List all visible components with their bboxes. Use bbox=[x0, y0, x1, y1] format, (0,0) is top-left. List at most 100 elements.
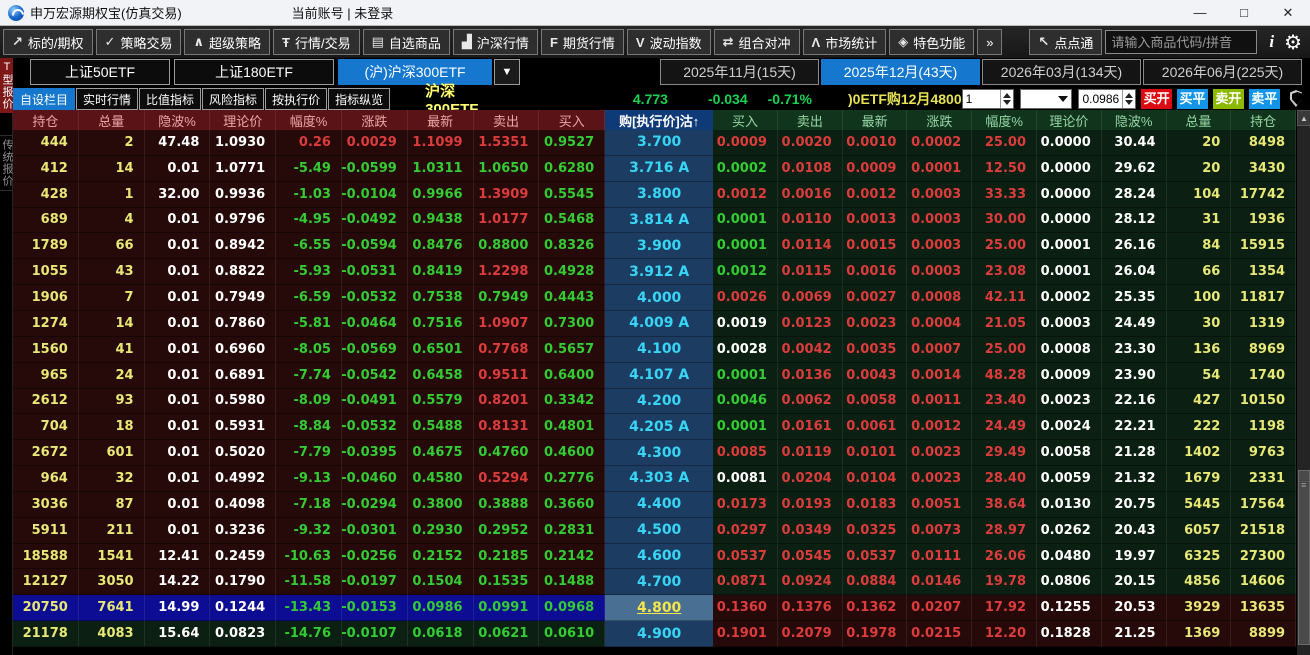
strike-cell[interactable]: 3.912 A bbox=[605, 259, 713, 285]
table-row[interactable]: 59112110.010.3236-9.32-0.03010.29300.295… bbox=[13, 518, 1296, 544]
toolbar-button-5[interactable]: ▤自选商品 bbox=[363, 29, 450, 55]
toolbar-button-2[interactable]: ✓策略交易 bbox=[96, 29, 182, 55]
expiry-tab-4[interactable]: 2026年06月(225天) bbox=[1143, 59, 1302, 85]
strike-cell[interactable]: 4.200 bbox=[605, 389, 713, 415]
table-row[interactable]: 964320.010.4992-9.13-0.04600.45800.52940… bbox=[13, 466, 1296, 492]
header-call-chg-pct[interactable]: 幅度% bbox=[276, 110, 342, 130]
table-row[interactable]: 1789660.010.8942-6.55-0.05940.84760.8800… bbox=[13, 233, 1296, 259]
gear-icon[interactable]: ⚙ bbox=[1284, 30, 1302, 55]
toolbar-button-12[interactable]: » bbox=[977, 29, 1002, 55]
table-row[interactable]: 412140.011.0771-5.49-0.05991.03111.06500… bbox=[13, 156, 1296, 182]
view-tab-4[interactable]: 风险指标 bbox=[202, 88, 264, 110]
header-call-iv[interactable]: 隐波% bbox=[145, 110, 211, 130]
toolbar-button-9[interactable]: ⇄组合对冲 bbox=[714, 29, 800, 55]
header-put-chg[interactable]: 涨跌 bbox=[907, 110, 972, 130]
table-row[interactable]: 20750764114.990.1244-13.43-0.01530.09860… bbox=[13, 595, 1296, 621]
buy-open-button[interactable]: 买开 bbox=[1141, 89, 1172, 109]
header-put-iv[interactable]: 隐波% bbox=[1102, 110, 1167, 130]
strike-cell[interactable]: 3.716 A bbox=[605, 156, 713, 182]
header-call-bid[interactable]: 买入 bbox=[539, 110, 605, 130]
strike-cell[interactable]: 4.700 bbox=[605, 569, 713, 595]
strike-cell[interactable]: 3.900 bbox=[605, 233, 713, 259]
table-row[interactable]: 1274140.010.7860-5.81-0.04640.75161.0907… bbox=[13, 311, 1296, 337]
strike-cell[interactable]: 4.107 A bbox=[605, 363, 713, 389]
buy-close-button[interactable]: 买平 bbox=[1177, 89, 1208, 109]
diandiantong-button[interactable]: ↖ 点点通 bbox=[1029, 29, 1102, 55]
header-call-last[interactable]: 最新 bbox=[408, 110, 474, 130]
sidebar-tab-classic-quote[interactable]: 传统报价 bbox=[0, 135, 13, 191]
strike-cell[interactable]: 4.800 bbox=[605, 595, 713, 621]
view-tab-1[interactable]: 自设栏目 bbox=[13, 88, 75, 110]
table-row[interactable]: 68940.010.9796-4.95-0.04920.94381.01770.… bbox=[13, 208, 1296, 234]
header-put-position[interactable]: 持仓 bbox=[1231, 110, 1296, 130]
strike-cell[interactable]: 3.814 A bbox=[605, 208, 713, 234]
strike-cell[interactable]: 4.009 A bbox=[605, 311, 713, 337]
tab-sse50etf[interactable]: 上证50ETF bbox=[30, 59, 170, 85]
table-row[interactable]: 965240.010.6891-7.74-0.05420.64580.95110… bbox=[13, 363, 1296, 389]
info-icon[interactable]: i bbox=[1269, 32, 1274, 52]
expiry-tab-2[interactable]: 2025年12月(43天) bbox=[821, 59, 980, 85]
vertical-scrollbar[interactable]: ▲ ≡ bbox=[1296, 110, 1310, 655]
symbol-search-input[interactable] bbox=[1105, 30, 1257, 54]
header-call-position[interactable]: 持仓 bbox=[13, 110, 79, 130]
header-call-ask[interactable]: 卖出 bbox=[474, 110, 540, 130]
strike-cell[interactable]: 4.300 bbox=[605, 440, 713, 466]
table-row[interactable]: 190670.010.7949-6.59-0.05320.75380.79490… bbox=[13, 285, 1296, 311]
price-type-dropdown[interactable] bbox=[1020, 89, 1072, 109]
table-row[interactable]: 428132.000.9936-1.03-0.01040.99661.39090… bbox=[13, 182, 1296, 208]
header-put-chg-pct[interactable]: 幅度% bbox=[972, 110, 1037, 130]
header-call-theo[interactable]: 理论价 bbox=[210, 110, 276, 130]
strike-cell[interactable]: 3.700 bbox=[605, 130, 713, 156]
header-strike[interactable]: 购[执行价]沽↑ bbox=[605, 110, 713, 130]
strike-cell[interactable]: 4.303 A bbox=[605, 466, 713, 492]
strike-cell[interactable]: 4.900 bbox=[605, 621, 713, 647]
view-tab-6[interactable]: 指标纵览 bbox=[328, 88, 390, 110]
expiry-tab-3[interactable]: 2026年03月(134天) bbox=[982, 59, 1141, 85]
table-row[interactable]: 704180.010.5931-8.84-0.05320.54880.81310… bbox=[13, 414, 1296, 440]
header-put-ask[interactable]: 卖出 bbox=[778, 110, 843, 130]
price-spinner-arrows[interactable] bbox=[1122, 90, 1135, 108]
view-tab-2[interactable]: 实时行情 bbox=[76, 88, 138, 110]
toolbar-button-11[interactable]: ◈特色功能 bbox=[889, 29, 974, 55]
strike-cell[interactable]: 3.800 bbox=[605, 182, 713, 208]
sidebar-tab-t-quote[interactable]: T型报价 bbox=[0, 58, 13, 113]
toolbar-button-1[interactable]: ↗标的/期权 bbox=[3, 29, 93, 55]
price-stepper[interactable]: 0.0986 bbox=[1078, 89, 1136, 109]
table-row[interactable]: 12127305014.220.1790-11.58-0.01970.15040… bbox=[13, 569, 1296, 595]
sell-open-button[interactable]: 卖开 bbox=[1213, 89, 1244, 109]
header-put-bid[interactable]: 买入 bbox=[713, 110, 778, 130]
table-row[interactable]: 3036870.010.4098-7.18-0.02940.38000.3888… bbox=[13, 492, 1296, 518]
maximize-button[interactable]: □ bbox=[1222, 0, 1266, 26]
header-put-volume[interactable]: 总量 bbox=[1167, 110, 1232, 130]
toolbar-button-6[interactable]: ▟沪深行情 bbox=[453, 29, 538, 55]
sell-close-button[interactable]: 卖平 bbox=[1249, 89, 1280, 109]
view-tab-3[interactable]: 比值指标 bbox=[139, 88, 201, 110]
table-row[interactable]: 21178408315.640.0823-14.76-0.01070.06180… bbox=[13, 621, 1296, 647]
table-row[interactable]: 2612930.010.5980-8.09-0.04910.55790.8201… bbox=[13, 389, 1296, 415]
table-row[interactable]: 444247.481.09300.260.00291.10991.53510.9… bbox=[13, 130, 1296, 156]
header-put-last[interactable]: 最新 bbox=[843, 110, 908, 130]
tab-sse180etf[interactable]: 上证180ETF bbox=[174, 59, 334, 85]
toolbar-button-7[interactable]: F期货行情 bbox=[541, 29, 624, 55]
scroll-up-arrow-icon[interactable]: ▲ bbox=[1297, 110, 1310, 126]
product-dropdown-button[interactable]: ▼ bbox=[494, 59, 520, 85]
strike-cell[interactable]: 4.400 bbox=[605, 492, 713, 518]
table-row[interactable]: 26726010.010.5020-7.79-0.03950.46750.476… bbox=[13, 440, 1296, 466]
minimize-button[interactable]: — bbox=[1178, 0, 1222, 26]
table-row[interactable]: 1055430.010.8822-5.93-0.05310.84191.2298… bbox=[13, 259, 1296, 285]
toolbar-button-3[interactable]: ∧超级策略 bbox=[184, 29, 270, 55]
expiry-tab-1[interactable]: 2025年11月(15天) bbox=[660, 59, 819, 85]
toolbar-button-4[interactable]: Ŧ行情/交易 bbox=[273, 29, 360, 55]
strike-cell[interactable]: 4.500 bbox=[605, 518, 713, 544]
quantity-stepper[interactable]: 1 bbox=[962, 89, 1014, 109]
close-button[interactable]: ✕ bbox=[1266, 0, 1310, 26]
strike-cell[interactable]: 4.205 A bbox=[605, 414, 713, 440]
header-call-volume[interactable]: 总量 bbox=[79, 110, 145, 130]
strike-cell[interactable]: 4.000 bbox=[605, 285, 713, 311]
toolbar-button-10[interactable]: Λ市场统计 bbox=[803, 29, 887, 55]
quantity-spinner-arrows[interactable] bbox=[1000, 90, 1013, 108]
shield-icon[interactable] bbox=[1290, 90, 1302, 107]
view-tab-5[interactable]: 按执行价 bbox=[265, 88, 327, 110]
scrollbar-thumb[interactable]: ≡ bbox=[1298, 470, 1310, 645]
table-row[interactable]: 18588154112.410.2459-10.63-0.02560.21520… bbox=[13, 544, 1296, 570]
